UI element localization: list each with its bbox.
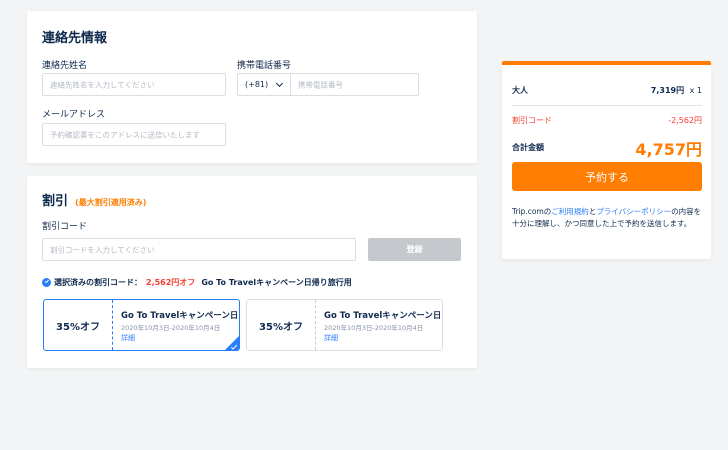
phone-label: 携帯電話番号 [237,61,292,71]
coupon-percent: 35%オフ [56,321,100,333]
book-button[interactable]: 予約する [512,162,702,191]
coupon-title: Go To Travelキャンペーン日帰り旅行用 [324,311,440,321]
contact-info-card: 連絡先情報 連絡先姓名 連絡先姓名を入力してください 携帯電話番号 (+81) … [27,11,477,163]
check-circle-icon [42,278,51,287]
discount-code-label: 割引コード [42,222,88,232]
coupon-dates: 2020年10月3日-2020年10月4日 [324,324,424,332]
summary-discount-value: -2,562円 [668,116,702,125]
adult-price-group: 7,319円 x 1 [651,85,702,96]
selected-prefix: 選択済みの割引コード： [54,278,142,287]
phone-placeholder: 携帯電話番号 [298,80,343,89]
total-row: 合計金額 4,757円 [512,138,702,159]
coupon-percent: 35%オフ [259,321,303,333]
summary-discount-label: 割引コード [512,116,552,125]
phone-number-input[interactable]: 携帯電話番号 [291,74,418,95]
privacy-policy-link[interactable]: プライバシーポリシー [596,207,671,216]
discount-header: 割引 (最大割引適用済み) [42,190,146,209]
coupon-detail-link[interactable]: 詳細 [324,333,338,343]
contact-title: 連絡先情報 [42,31,108,46]
chevron-down-icon [275,79,284,88]
divider [512,105,702,106]
discount-title-note: (最大割引適用済み) [75,198,147,207]
country-code-select[interactable]: (+81) [238,74,291,95]
coupon-title: Go To Travelキャンペーン日帰り旅行用 [121,311,237,321]
discount-row: 割引コード -2,562円 [512,115,702,126]
country-code-value: (+81) [245,80,269,89]
total-label: 合計金額 [512,143,544,152]
terms-text: Trip.comのご利用規約とプライバシーポリシーの内容を十分に理解し、かつ同意… [512,207,702,228]
selected-amount: 2,562円オフ [146,278,196,287]
email-input[interactable]: 予約確認書をこのアドレスに送信いたします [42,123,226,146]
terms-link[interactable]: ご利用規約 [551,207,589,216]
coupon-dates: 2020年10月3日-2020年10月4日 [121,324,221,332]
discount-title: 割引 [42,194,69,209]
discount-code-placeholder: 割引コードを入力してください [50,245,155,254]
coupon-card-1[interactable]: 35%オフ Go To Travelキャンペーン日帰り旅行用 2020年10月3… [43,299,240,351]
selected-discount-line: 選択済みの割引コード： 2,562円オフ Go To Travelキャンペーン日… [42,277,352,288]
coupon-detail-link[interactable]: 詳細 [121,333,135,343]
discount-code-input[interactable]: 割引コードを入力してください [42,238,356,261]
adult-qty: x 1 [689,86,702,95]
contact-name-placeholder: 連絡先姓名を入力してください [50,80,155,89]
email-label: メールアドレス [42,110,106,120]
register-button[interactable]: 登録 [368,238,461,261]
adult-row: 大人 7,319円 x 1 [512,85,702,96]
contact-name-label: 連絡先姓名 [42,61,88,71]
adult-price: 7,319円 [650,86,685,95]
discount-card: 割引 (最大割引適用済み) 割引コード 割引コードを入力してください 登録 選択… [27,176,477,368]
coupon-card-2[interactable]: 35%オフ Go To Travelキャンペーン日帰り旅行用 2020年10月3… [246,299,443,351]
contact-name-input[interactable]: 連絡先姓名を入力してください [42,73,226,96]
adult-label: 大人 [512,86,528,95]
total-value: 4,757円 [635,140,702,159]
price-summary-card: 大人 7,319円 x 1 割引コード -2,562円 合計金額 4,757円 … [502,61,711,259]
email-placeholder: 予約確認書をこのアドレスに送信いたします [50,130,200,139]
selected-name: Go To Travelキャンペーン日帰り旅行用 [201,278,352,287]
phone-input-group: (+81) 携帯電話番号 [237,73,419,96]
